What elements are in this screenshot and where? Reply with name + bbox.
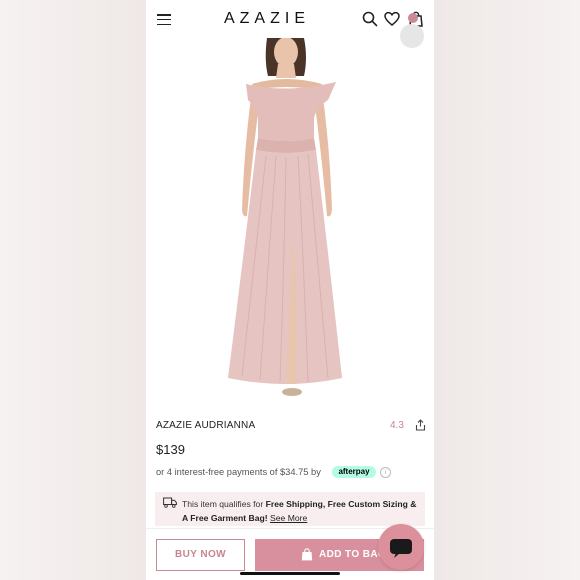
dress-illustration [228,37,342,396]
phone-screen: AZAZIE AZAZIE AUDRIANNA 4.3 $139 or 4 in… [146,0,434,580]
image-overlay-button[interactable] [400,24,424,48]
backdrop-left [0,0,146,580]
shipping-prefix: This item qualifies for [182,499,266,509]
chat-button[interactable] [378,524,424,570]
buy-now-button[interactable]: BUY NOW [156,539,245,571]
search-icon[interactable] [362,11,378,27]
info-icon[interactable]: i [380,467,391,478]
add-to-bag-label: ADD TO BAG [319,549,387,560]
afterpay-badge[interactable]: afterpay [332,466,376,478]
product-name: AZAZIE AUDRIANNA [156,420,256,431]
product-image[interactable] [146,24,434,408]
hamburger-menu-icon[interactable] [157,14,171,26]
home-indicator [240,572,340,575]
heart-icon[interactable] [384,11,400,27]
see-more-link[interactable]: See More [270,513,307,523]
truck-icon [163,497,177,508]
chat-bubble-icon [390,539,412,558]
bag-icon [301,548,313,561]
top-navigation-bar: AZAZIE [146,0,434,39]
bag-count-badge [408,13,418,23]
backdrop-right [434,0,580,580]
product-price: $139 [156,442,185,457]
brand-logo[interactable]: AZAZIE [218,10,316,28]
share-icon[interactable] [415,419,426,431]
shipping-info-box: This item qualifies for Free Shipping, F… [155,492,425,526]
shipping-text: This item qualifies for Free Shipping, F… [182,497,422,525]
afterpay-text: or 4 interest-free payments of $34.75 by [156,467,321,477]
product-rating[interactable]: 4.3 [390,420,404,431]
